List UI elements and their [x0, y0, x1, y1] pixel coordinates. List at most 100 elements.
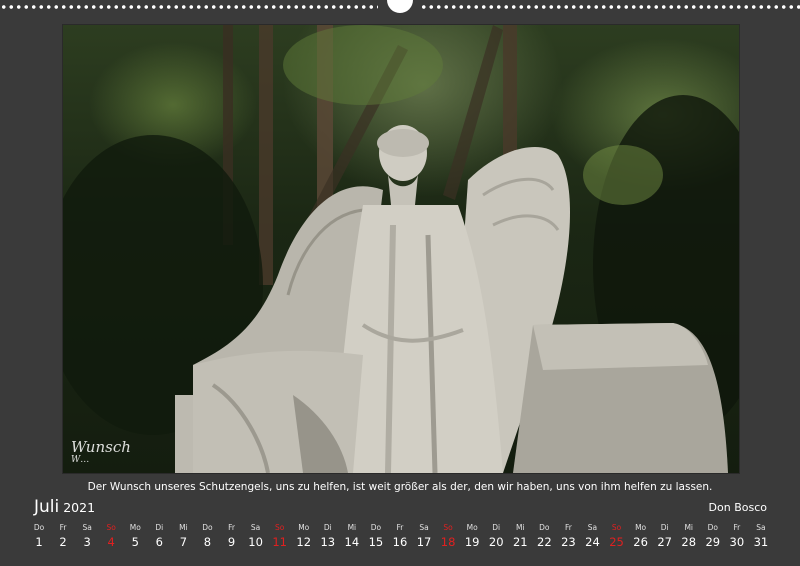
weekday-label: Do	[202, 523, 213, 532]
day-number: 12	[296, 535, 312, 549]
calendar-day: Do 22	[532, 522, 556, 550]
weekday-label: So	[611, 523, 622, 532]
calendar-days-row: Do 1 Fr 2 Sa 3 So 4 Mo 5 Di 6 Mi 7 Do 8 Fr 9 Sa 10 So 11 Mo 12 D…	[27, 522, 773, 550]
month-name: Juli	[34, 497, 60, 517]
calendar-day: Fr 30	[725, 522, 749, 550]
weekday-label: Di	[492, 523, 501, 532]
calendar-day: So 11	[268, 522, 292, 550]
weekday-label: Sa	[419, 523, 429, 532]
day-number: 7	[179, 535, 188, 549]
year: 2021	[63, 500, 96, 515]
weekday-label: Mo	[466, 523, 478, 532]
weekday-label: Fr	[733, 523, 741, 532]
calendar-day: Do 15	[364, 522, 388, 550]
calendar-day: Mo 19	[460, 522, 484, 550]
day-number: 19	[464, 535, 480, 549]
calendar-day: Fr 2	[51, 522, 75, 550]
day-number: 3	[83, 535, 91, 549]
weekday-label: Di	[660, 523, 669, 532]
day-number: 22	[537, 535, 552, 549]
weekday-label: Fr	[59, 523, 67, 532]
calendar-day: Fr 23	[556, 522, 580, 550]
day-number: 28	[681, 535, 697, 549]
weekday-label: Sa	[82, 523, 92, 532]
weekday-label: Do	[33, 523, 45, 532]
quote-author: Don Bosco	[708, 501, 767, 514]
watermark-line2: W…	[71, 455, 90, 465]
day-number: 14	[344, 535, 360, 549]
calendar-day: So 25	[605, 522, 629, 550]
day-number: 27	[657, 535, 672, 549]
day-number: 26	[633, 535, 648, 549]
day-number: 13	[320, 535, 336, 549]
calendar-day: So 18	[436, 522, 460, 550]
watermark-line1: Wunsch	[71, 438, 131, 456]
weekday-label: Mi	[179, 523, 188, 532]
calendar-day: So 4	[99, 522, 123, 550]
calendar-day: Mi 14	[340, 522, 364, 550]
day-number: 17	[416, 535, 432, 549]
weekday-label: Mo	[635, 523, 647, 532]
calendar-day: Sa 3	[75, 522, 99, 550]
day-number: 1	[35, 535, 43, 549]
weekday-label: Di	[323, 523, 332, 532]
day-number: 16	[392, 535, 408, 549]
weekday-label: Mi	[347, 523, 357, 532]
day-number: 29	[705, 535, 721, 549]
day-number: 9	[227, 535, 236, 549]
weekday-label: Fr	[228, 523, 235, 532]
day-number: 20	[488, 535, 504, 549]
calendar-day: Sa 31	[749, 522, 773, 550]
month-title: Juli 2021	[34, 497, 95, 517]
day-number: 31	[753, 535, 769, 549]
weekday-label: Mi	[516, 523, 525, 532]
weekday-label: Mi	[684, 523, 693, 532]
weekday-label: Do	[539, 523, 550, 532]
calendar-day: Mo 12	[292, 522, 316, 550]
day-number: 24	[585, 535, 600, 549]
calendar-day: Sa 24	[580, 522, 604, 550]
weekday-label: So	[106, 523, 116, 532]
calendar-day: Mi 7	[171, 522, 195, 550]
day-number: 8	[203, 535, 212, 549]
calendar-day: Fr 16	[388, 522, 412, 550]
day-number: 2	[59, 535, 67, 549]
weekday-label: Sa	[587, 523, 598, 532]
calendar-day: Mi 28	[677, 522, 701, 550]
weekday-label: Fr	[396, 523, 404, 532]
weekday-label: So	[274, 523, 285, 532]
calendar-day: Do 1	[27, 522, 51, 550]
day-number: 11	[272, 535, 287, 549]
calendar-day: Mi 21	[508, 522, 532, 550]
quote-text: Der Wunsch unseres Schutzengels, uns zu …	[87, 481, 713, 493]
calendar-day: Mo 26	[629, 522, 653, 550]
photographer-watermark: Wunsch W…	[71, 440, 131, 466]
calendar-day: Di 27	[653, 522, 677, 550]
day-number: 4	[107, 535, 115, 549]
day-number: 15	[368, 535, 384, 549]
calendar-day: Sa 17	[412, 522, 436, 550]
day-number: 5	[131, 535, 139, 549]
calendar-day: Di 6	[147, 522, 171, 550]
angel-statue-photo: Wunsch W…	[62, 24, 740, 474]
calendar-day: Di 13	[316, 522, 340, 550]
weekday-label: So	[443, 523, 453, 532]
calendar-day: Di 20	[484, 522, 508, 550]
calendar-day: Mo 5	[123, 522, 147, 550]
weekday-label: Do	[370, 523, 382, 532]
day-number: 25	[609, 535, 624, 549]
photo-illustration	[63, 25, 739, 473]
weekday-label: Mo	[129, 523, 141, 532]
day-number: 23	[561, 535, 576, 549]
calendar-day: Do 29	[701, 522, 725, 550]
spiral-binding	[0, 0, 800, 14]
day-number: 6	[155, 535, 163, 549]
calendar-day: Do 8	[195, 522, 219, 550]
weekday-label: Sa	[250, 523, 261, 532]
weekday-label: Sa	[756, 523, 766, 532]
day-number: 18	[440, 535, 456, 549]
calendar-day: Fr 9	[220, 522, 244, 550]
weekday-label: Do	[707, 523, 718, 532]
day-number: 10	[248, 535, 263, 549]
day-number: 30	[729, 535, 745, 549]
